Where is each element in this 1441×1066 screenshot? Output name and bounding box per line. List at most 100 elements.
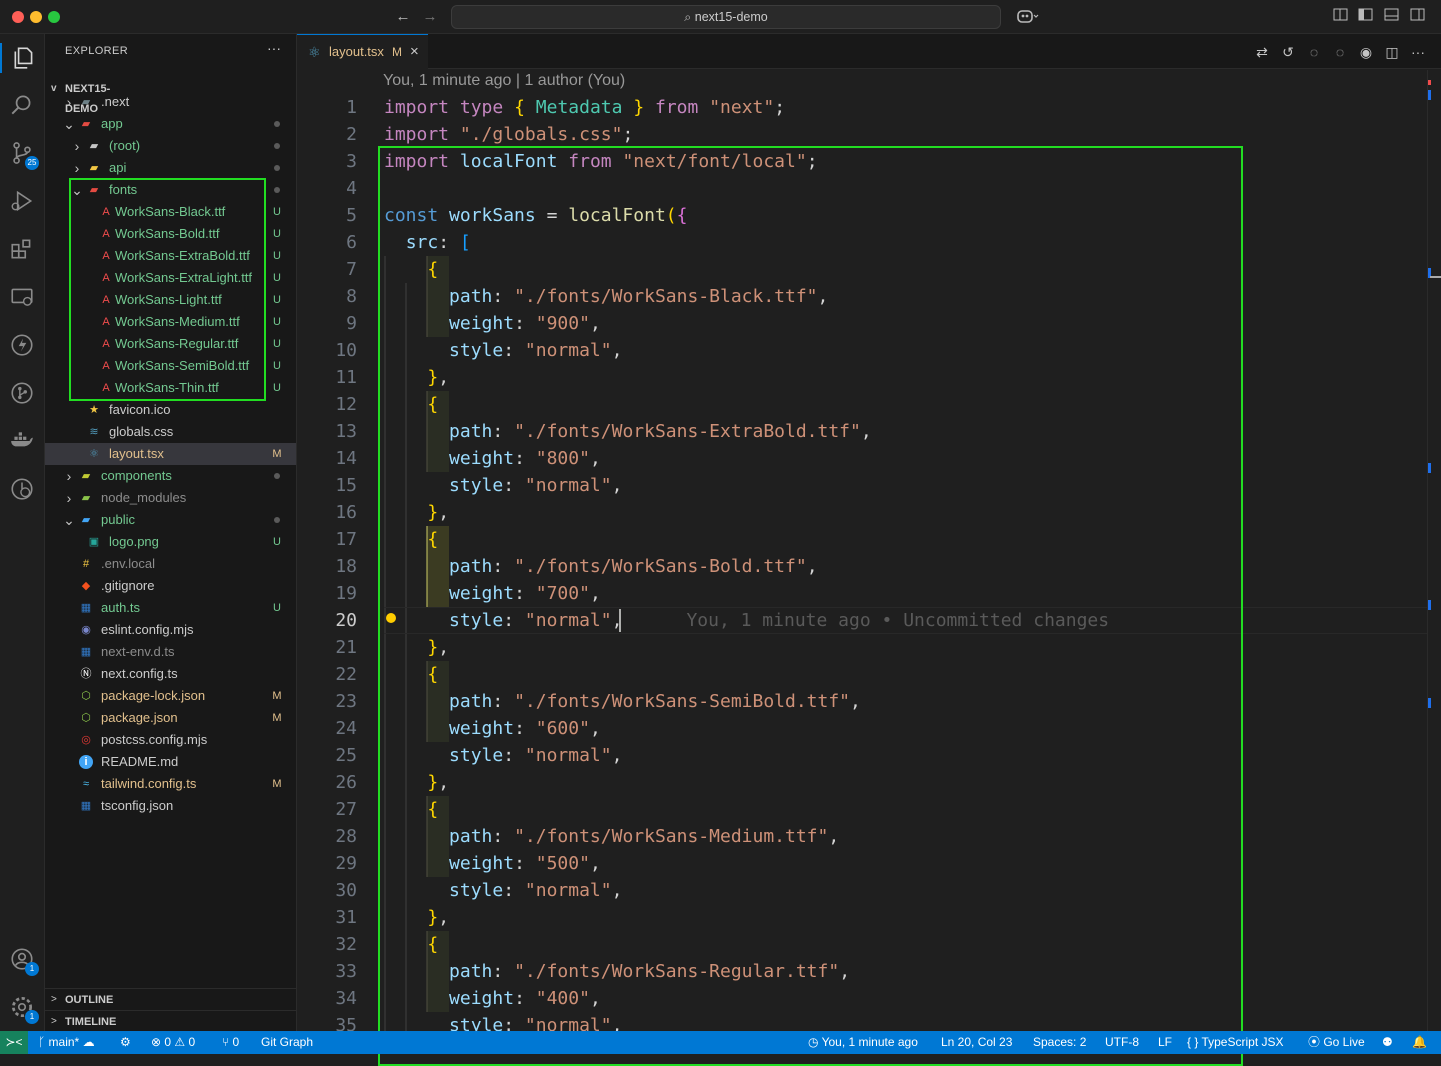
tree-item[interactable]: › ▰ (root) xyxy=(45,135,296,157)
copilot-status-icon[interactable]: ⚉ xyxy=(1382,1031,1393,1054)
docker-icon[interactable] xyxy=(7,426,37,456)
tree-item[interactable]: ▦ tsconfig.json xyxy=(45,795,296,817)
tree-item[interactable]: ▦ auth.ts U xyxy=(45,597,296,619)
toggle-primary-sidebar-icon[interactable] xyxy=(1356,8,1374,26)
problems-item[interactable]: ⊗ 0 ⚠ 0 xyxy=(151,1031,195,1054)
search-icon[interactable] xyxy=(7,90,37,120)
tree-item[interactable]: ★ favicon.ico xyxy=(45,399,296,421)
tree-item-label: api xyxy=(109,160,127,175)
back-arrow-icon[interactable]: ← xyxy=(394,8,412,26)
remote-explorer-icon[interactable] xyxy=(7,282,37,312)
tree-item[interactable]: ▦ next-env.d.ts xyxy=(45,641,296,663)
remote-indicator[interactable]: ≻< xyxy=(0,1031,28,1054)
line-number: 6 xyxy=(346,232,357,253)
tree-item[interactable]: ⌄ ▰ public xyxy=(45,509,296,531)
forward-arrow-icon[interactable]: → xyxy=(421,8,439,26)
previous-change-icon[interactable]: ◌ xyxy=(1305,43,1323,61)
branch-item[interactable]: ᚴ main* ☁ xyxy=(38,1031,95,1054)
end-of-line[interactable]: LF xyxy=(1158,1031,1172,1054)
outline-section[interactable]: > OUTLINE xyxy=(45,988,296,1010)
minimize-window-button[interactable] xyxy=(30,11,42,23)
source-control-icon[interactable]: 25 xyxy=(7,138,39,170)
tree-item[interactable]: › ▰ node_modules xyxy=(45,487,296,509)
tree-item-label: auth.ts xyxy=(101,600,141,615)
git-action-icon[interactable]: ⚙ xyxy=(120,1031,131,1054)
git-graph-button[interactable]: Git Graph xyxy=(261,1031,313,1054)
tab-layout-tsx[interactable]: ⚛ layout.tsx M × xyxy=(297,34,428,69)
notifications-bell-icon[interactable]: 🔔 xyxy=(1412,1031,1427,1054)
cursor-position[interactable]: Ln 20, Col 23 xyxy=(941,1031,1012,1054)
tree-item[interactable]: ◆ .gitignore xyxy=(45,575,296,597)
timeline-view-icon[interactable] xyxy=(7,474,37,504)
tree-item-label: tailwind.config.ts xyxy=(101,776,197,791)
tree-item[interactable]: ⌄ ▰ app xyxy=(45,113,296,135)
tree-item[interactable]: › ▰ components xyxy=(45,465,296,487)
modified-dot-icon xyxy=(271,509,283,531)
line-number: 28 xyxy=(335,826,357,847)
git-timeline-icon[interactable]: ◉ xyxy=(1357,43,1375,61)
command-center-search[interactable]: ⌕ next15-demo xyxy=(451,5,1001,29)
indentation[interactable]: Spaces: 2 xyxy=(1033,1031,1086,1054)
tree-item-label: layout.tsx xyxy=(109,446,164,461)
code-token: Metadata xyxy=(535,97,623,118)
line-number: 16 xyxy=(335,502,357,523)
tree-item[interactable]: ◎ postcss.config.mjs xyxy=(45,729,296,751)
editor-scrollbar[interactable] xyxy=(1427,70,1441,1031)
go-live-button[interactable]: ⦿ Go Live xyxy=(1308,1031,1365,1054)
tree-item[interactable]: ◉ eslint.config.mjs xyxy=(45,619,296,641)
settings-gear-icon[interactable]: 1 xyxy=(7,992,39,1024)
git-status-badge: U xyxy=(273,272,281,284)
next-change-icon[interactable]: ◌ xyxy=(1331,43,1349,61)
tailwind-icon: ≈ xyxy=(82,778,90,790)
tree-item[interactable]: › ▰ api xyxy=(45,157,296,179)
tree-item[interactable]: ⬡ package-lock.json M xyxy=(45,685,296,707)
ports-item[interactable]: ⑂ 0 xyxy=(222,1031,239,1054)
tree-item[interactable]: ▣ logo.png U xyxy=(45,531,296,553)
run-debug-icon[interactable] xyxy=(7,186,37,216)
search-icon: ⌕ xyxy=(684,10,695,24)
extensions-icon[interactable] xyxy=(7,234,37,264)
tree-item[interactable]: Ⓝnext.config.ts xyxy=(45,663,296,685)
close-window-button[interactable] xyxy=(12,11,24,23)
code-token: "./globals.css" xyxy=(459,124,623,145)
line-number: 33 xyxy=(335,961,357,982)
tree-item[interactable]: ⚛ layout.tsx M xyxy=(45,443,296,465)
toggle-panel-icon[interactable] xyxy=(1382,8,1400,26)
star-icon: ★ xyxy=(89,404,99,416)
tree-item[interactable]: › ▰ .next xyxy=(45,91,296,113)
maximize-window-button[interactable] xyxy=(48,11,60,23)
explorer-more-actions[interactable]: ··· xyxy=(267,40,281,56)
git-graph-icon[interactable] xyxy=(7,378,37,408)
split-editor-icon[interactable]: ◫ xyxy=(1383,43,1401,61)
git-status-badge: U xyxy=(273,360,281,372)
encoding[interactable]: UTF-8 xyxy=(1105,1031,1139,1054)
revert-icon[interactable]: ↺ xyxy=(1279,43,1297,61)
timeline-section[interactable]: > TIMELINE xyxy=(45,1010,296,1032)
close-icon[interactable]: × xyxy=(410,35,419,69)
tsconfig-icon: ▦ xyxy=(80,800,92,812)
tree-item[interactable]: # .env.local xyxy=(45,553,296,575)
toggle-secondary-sidebar-icon[interactable] xyxy=(1408,8,1426,26)
line-number: 31 xyxy=(335,907,357,928)
open-changes-icon[interactable]: ⇄ xyxy=(1253,43,1271,61)
copilot-icon[interactable] xyxy=(1013,8,1043,26)
blame-item[interactable]: ◷ You, 1 minute ago xyxy=(808,1031,918,1054)
language-mode[interactable]: { } TypeScript JSX xyxy=(1187,1031,1284,1054)
lightning-icon[interactable] xyxy=(7,330,37,360)
tree-item[interactable]: i README.md xyxy=(45,751,296,773)
react-icon: ⚛ xyxy=(308,44,321,60)
customize-layout-icon[interactable] xyxy=(1331,8,1349,26)
code-token: type xyxy=(459,97,504,118)
more-actions-icon[interactable]: ··· xyxy=(1409,43,1427,61)
tree-item[interactable]: ≈ tailwind.config.ts M xyxy=(45,773,296,795)
accounts-icon[interactable]: 1 xyxy=(7,944,39,976)
warnings-count: 0 xyxy=(188,1035,196,1049)
chevron-right-icon: > xyxy=(51,994,57,1005)
blame-header[interactable]: You, 1 minute ago | 1 author (You) xyxy=(383,72,625,90)
explorer-icon[interactable] xyxy=(0,43,45,73)
tree-item[interactable]: ⬡ package.json M xyxy=(45,707,296,729)
ts-icon: ▦ xyxy=(80,646,92,658)
tree-item[interactable]: ≋ globals.css xyxy=(45,421,296,443)
